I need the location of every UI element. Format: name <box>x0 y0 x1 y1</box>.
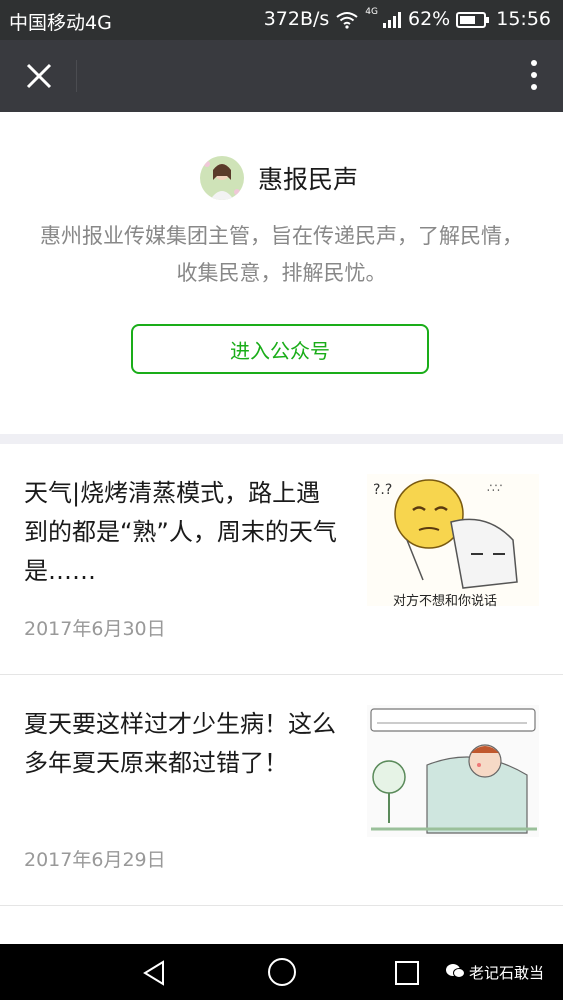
account-description: 惠州报业传媒集团主管，旨在传递民声，了解民情，收集民意，排解民忧。 <box>40 224 523 285</box>
battery-icon <box>456 8 490 30</box>
enter-account-button[interactable]: 进入公众号 <box>131 324 429 374</box>
system-nav-bar: 老记石敢当 <box>0 944 563 1000</box>
network-type-label: 4G <box>365 7 378 17</box>
network-speed: 372B/s <box>263 8 330 30</box>
watermark: 老记石敢当 <box>445 962 544 983</box>
clock: 15:56 <box>496 8 551 30</box>
article-thumbnail <box>367 705 539 837</box>
carrier-label: 中国移动4G <box>9 12 112 34</box>
account-profile-card: 惠报民声 惠州报业传媒集团主管，旨在传递民声，了解民情，收集民意，排解民忧。 进… <box>0 116 563 434</box>
signal-icon <box>382 8 402 30</box>
article-date: 2017年6月29日 <box>24 849 166 871</box>
home-icon[interactable] <box>266 956 298 992</box>
status-right: 372B/s 4G 62% 15:56 <box>263 7 551 30</box>
top-nav-bar <box>0 40 563 112</box>
svg-text:∴∵: ∴∵ <box>487 481 502 495</box>
wechat-icon <box>445 963 465 983</box>
close-icon[interactable] <box>22 59 56 93</box>
article-title: 天气|烧烤清蒸模式，路上遇到的都是“熟”人，周末的天气是…… <box>24 479 337 585</box>
account-header: 惠报民声 <box>200 156 358 200</box>
article-title: 夏天要这样过才少生病！这么多年夏天原来都过错了！ <box>24 710 336 777</box>
section-gap <box>0 434 563 444</box>
more-options-icon[interactable] <box>529 58 539 94</box>
back-icon[interactable] <box>139 958 169 992</box>
status-bar: 中国移动4G 372B/s 4G 62% 15:56 <box>0 0 563 40</box>
nav-divider <box>76 60 77 92</box>
battery-percent: 62% <box>408 8 451 30</box>
wifi-icon <box>335 8 359 30</box>
watermark-text: 老记石敢当 <box>469 964 545 982</box>
article-item[interactable]: 夏天要这样过才少生病！这么多年夏天原来都过错了！ 2017年6月29日 <box>0 675 563 905</box>
article-thumbnail: ?.? ∴∵ 对方不想和你说话 <box>367 474 539 609</box>
article-item[interactable]: 天气|烧烤清蒸模式，路上遇到的都是“熟”人，周末的天气是…… 2017年6月30… <box>0 444 563 674</box>
article-date: 2017年6月30日 <box>24 618 166 640</box>
account-name: 惠报民声 <box>258 165 359 194</box>
svg-text:?.?: ?.? <box>373 482 392 498</box>
recent-apps-icon[interactable] <box>393 959 421 991</box>
avatar[interactable] <box>200 156 244 200</box>
article-item[interactable] <box>0 906 563 946</box>
thumbnail-caption: 对方不想和你说话 <box>393 594 498 609</box>
